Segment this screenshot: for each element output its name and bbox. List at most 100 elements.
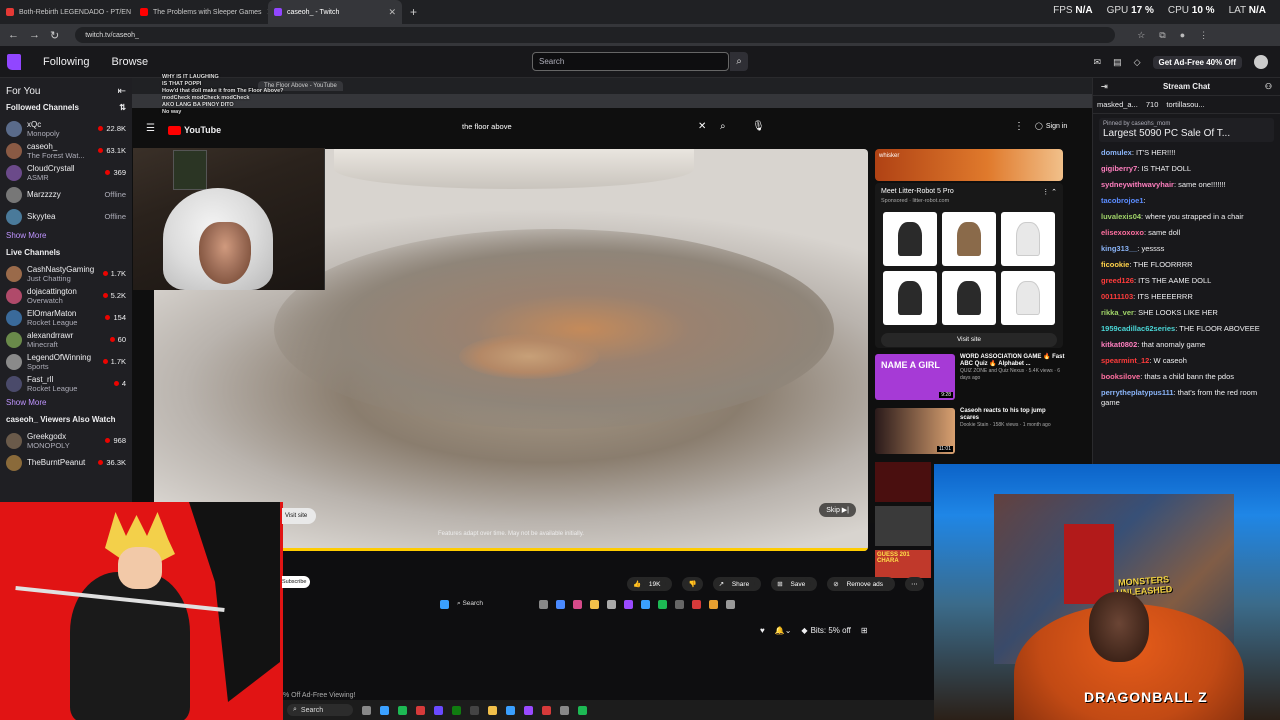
new-tab-button[interactable]: + [410,5,417,19]
chat-username[interactable]: sydneywithwavyhair [1101,180,1174,189]
chat-username[interactable]: elisexoxoxo [1101,228,1144,237]
channel-item[interactable]: LegendOfWinning Sports 1.7K [6,351,126,372]
channel-item[interactable]: Fast_rll Rocket League 4 [6,373,126,394]
clear-search-icon[interactable]: ✕ [698,121,706,132]
video-thumbnail[interactable]: 11:01 [875,408,955,454]
channel-item[interactable]: alexandrrawr Minecraft 60 [6,329,126,350]
pinned-message[interactable]: Pinned by caseohs_mom Largest 5090 PC Sa… [1099,118,1274,142]
chat-username[interactable]: gigiberry7 [1101,164,1137,173]
chat-username[interactable]: ficookie [1101,260,1129,269]
expand-icon[interactable]: ⇥ [1101,82,1108,91]
app-icon[interactable] [573,599,583,609]
notification-bell-icon[interactable]: 🔔⌄ [775,626,792,635]
chrome-icon[interactable] [709,599,719,609]
app-icon[interactable] [539,599,549,609]
rec-thumbnail[interactable] [875,506,931,546]
app-icon[interactable] [434,705,444,715]
chat-username[interactable]: 1959cadillac62series [1101,324,1175,333]
close-tab-icon[interactable]: ✕ [388,7,396,18]
channel-item[interactable]: xQc Monopoly 22.8K [6,118,126,139]
url-field[interactable]: twitch.tv/caseoh_ [75,27,1116,43]
app-icon[interactable] [380,705,390,715]
product-tile[interactable] [883,271,937,325]
app-icon[interactable] [488,705,498,715]
search-icon[interactable]: ⌕ [720,121,726,132]
menu-icon[interactable]: ⋮ [1199,30,1208,41]
whispers-icon[interactable]: ▤ [1113,57,1122,68]
video-thumbnail[interactable]: NAME A GIRL 9:28 [875,354,955,400]
app-icon[interactable] [578,705,588,715]
extensions-icon[interactable]: ⧉ [1159,30,1165,41]
rec-video[interactable]: 11:01 Caseoh reacts to his top jump scar… [875,408,1065,456]
youtube-logo[interactable]: YouTube [168,125,221,135]
channel-item[interactable]: CloudCrystall ASMR 369 [6,162,126,183]
chat-username[interactable]: perrytheplatypus111 [1101,388,1174,397]
youtube-search-input[interactable]: the floor above [462,122,712,131]
app-icon[interactable] [470,705,480,715]
spotify-icon[interactable] [658,599,668,609]
ad-title[interactable]: Meet Litter-Robot 5 Pro [881,188,954,196]
taskbar-search[interactable]: ⌕ Search [457,600,483,608]
prime-icon[interactable]: ◇ [1134,57,1141,68]
rec-video[interactable]: NAME A GIRL 9:28 WORD ASSOCIATION GAME 🔥 … [875,354,1065,402]
channel-item[interactable]: CashNastyGaming Just Chatting 1.7K [6,263,126,284]
product-tile[interactable] [942,212,996,266]
mic-icon[interactable]: 🎙 [752,121,765,132]
bits-button[interactable]: ◆ Bits: 5% off [801,626,850,635]
browser-tab-3[interactable]: caseoh_ - Twitch ✕ [268,0,402,24]
product-tile[interactable] [942,271,996,325]
collapse-sidebar-icon[interactable]: ⇤ [118,86,126,97]
visit-site-button[interactable]: Visit site [881,333,1057,347]
more-icon[interactable]: ⋮ [1014,121,1024,132]
channel-item[interactable]: Greekgodx MONOPOLY 968 [6,430,126,451]
chat-username[interactable]: greed126 [1101,276,1134,285]
browser-tab-1[interactable]: Both-Rebirth LEGENDADO - PT/EN✕ [0,0,134,24]
chat-username[interactable]: luvalexis04 [1101,212,1141,221]
channel-item[interactable]: TheBurntPeanut 36.3K [6,452,126,473]
app-icon[interactable] [506,705,516,715]
heart-icon[interactable]: ♥ [760,626,765,635]
channel-item[interactable]: Skyytea Offline [6,206,126,227]
inbox-icon[interactable]: ✉ [1094,57,1102,68]
chat-username[interactable]: kitkat0802 [1101,340,1137,349]
chat-username[interactable]: booksilove [1101,372,1140,381]
subscribe-pill[interactable]: Subscribe [282,576,310,588]
app-icon[interactable] [726,599,736,609]
reload-icon[interactable]: ↻ [50,29,59,42]
remove-ads-button[interactable]: ⊘ Remove ads [827,577,896,591]
sort-icon[interactable]: ⇅ [119,103,126,112]
skip-ad-button[interactable]: Skip ▶| [819,503,856,517]
show-more-followed[interactable]: Show More [6,231,126,240]
product-tile[interactable] [1001,271,1055,325]
app-icon[interactable] [607,599,617,609]
app-icon[interactable] [675,599,685,609]
back-icon[interactable]: ← [8,29,19,41]
users-icon[interactable]: ⚇ [1265,82,1272,91]
ad-banner[interactable]: whisker [875,149,1063,181]
show-more-live[interactable]: Show More [6,398,126,407]
more-icon[interactable]: ⋮ ⌃ [1042,188,1057,196]
nav-following[interactable]: Following [43,56,89,68]
video-title[interactable]: Caseoh reacts to his top jump scares [960,408,1065,422]
app-icon[interactable] [692,599,702,609]
visit-site-pill[interactable]: Visit site [282,508,316,524]
channel-item[interactable]: dojacattington Overwatch 5.2K [6,285,126,306]
channel-item[interactable]: Marzzzzy Offline [6,184,126,205]
browser-tab-2[interactable]: The Problems with Sleeper Games✕ [134,0,268,24]
chat-username[interactable]: rikka_ver [1101,308,1134,317]
app-icon[interactable] [416,705,426,715]
twitch-logo-icon[interactable] [7,53,21,70]
sign-in-button[interactable]: ◯ Sign in [1035,122,1067,131]
more-actions-icon[interactable]: ⋯ [905,577,924,591]
windows-start-icon[interactable] [440,599,449,609]
folder-icon[interactable] [590,599,600,609]
share-button[interactable]: ↗ Share [712,577,762,591]
app-icon[interactable] [524,705,534,715]
app-icon[interactable] [362,705,372,715]
hamburger-icon[interactable]: ☰ [146,123,155,134]
product-tile[interactable] [1001,212,1055,266]
chat-username[interactable]: spearmint_12 [1101,356,1149,365]
channel-item[interactable]: ElOmarMaton Rocket League 154 [6,307,126,328]
search-button[interactable]: ⌕ [730,52,748,71]
app-icon[interactable] [542,705,552,715]
